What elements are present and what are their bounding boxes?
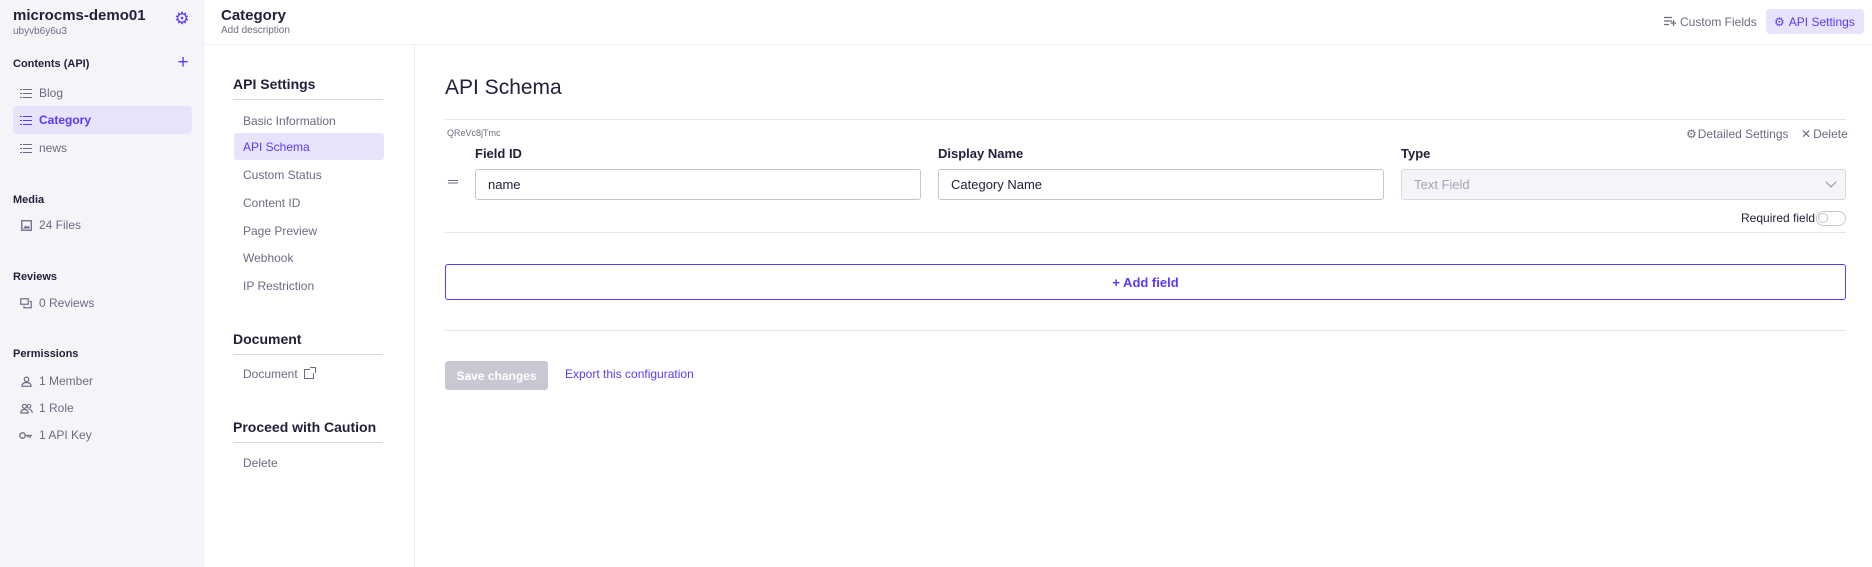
- sidebar-item-label: Category: [39, 113, 92, 127]
- key-icon: [19, 428, 33, 442]
- user-icon: [19, 374, 33, 388]
- detailed-settings-button[interactable]: ⚙ Detailed Settings: [1686, 127, 1789, 141]
- display-name-label: Display Name: [938, 146, 1024, 161]
- image-icon: [19, 218, 33, 232]
- list-icon: [19, 113, 33, 127]
- divider: [445, 330, 1846, 331]
- divider: [445, 232, 1846, 233]
- required-field-toggle[interactable]: [1816, 211, 1846, 226]
- add-description-link[interactable]: Add description: [221, 25, 290, 36]
- page-header: Category Add description Custom Fields ⚙…: [204, 0, 1872, 45]
- sidebar-item-label: 1 Role: [39, 401, 74, 415]
- sidebar-item-media[interactable]: 24 Files: [13, 211, 192, 239]
- workspace-name: microcms-demo01: [13, 7, 146, 24]
- sidebar: microcms-demo01 ubyvb6y6u3 ⚙ Contents (A…: [0, 0, 204, 567]
- api-settings-button[interactable]: ⚙ API Settings: [1766, 9, 1864, 34]
- permissions-section-label: Permissions: [13, 348, 79, 360]
- detailed-settings-label: Detailed Settings: [1697, 127, 1789, 141]
- field-id-input[interactable]: [475, 169, 921, 200]
- list-icon: [19, 86, 33, 100]
- api-settings-heading: API Settings: [233, 76, 383, 100]
- custom-fields-button[interactable]: Custom Fields: [1664, 9, 1757, 34]
- workspace-settings-gear-icon[interactable]: ⚙: [173, 10, 191, 28]
- type-label: Type: [1401, 146, 1431, 161]
- chevron-down-icon: [1825, 176, 1837, 188]
- type-select-value: Text Field: [1414, 177, 1470, 192]
- settings-nav-api-schema[interactable]: API Schema: [234, 133, 384, 160]
- settings-nav-delete[interactable]: Delete: [234, 449, 384, 476]
- main-title: API Schema: [445, 76, 562, 99]
- page-title: Category: [221, 7, 287, 24]
- sidebar-item-label: 1 Member: [39, 374, 94, 388]
- gear-icon: ⚙: [1774, 14, 1785, 29]
- field-id-label: Field ID: [475, 146, 522, 161]
- settings-nav-document[interactable]: Document: [234, 360, 384, 387]
- sidebar-item-members[interactable]: 1 Member: [13, 367, 192, 395]
- settings-nav-custom-status[interactable]: Custom Status: [234, 161, 384, 188]
- workspace-id: ubyvb6y6u3: [13, 26, 67, 37]
- display-name-input[interactable]: [938, 169, 1384, 200]
- field-code: QReVc8jTmc: [447, 128, 501, 138]
- media-section-label: Media: [13, 194, 45, 206]
- sidebar-item-roles[interactable]: 1 Role: [13, 394, 192, 422]
- sidebar-item-label: 1 API Key: [39, 428, 92, 442]
- settings-nav-page-preview[interactable]: Page Preview: [234, 217, 384, 244]
- settings-nav-ip-restriction[interactable]: IP Restriction: [234, 272, 384, 299]
- required-field-label: Required field: [1741, 211, 1816, 225]
- settings-nav-webhook[interactable]: Webhook: [234, 244, 384, 271]
- close-icon: ✕: [1801, 127, 1812, 141]
- users-icon: [19, 401, 33, 415]
- add-api-plus-icon[interactable]: +: [175, 53, 191, 72]
- external-link-icon: [303, 366, 316, 379]
- export-configuration-link[interactable]: Export this configuration: [565, 367, 694, 381]
- delete-field-button[interactable]: ✕ Delete: [1801, 127, 1848, 141]
- contents-section-label: Contents (API): [13, 58, 90, 70]
- sidebar-item-reviews[interactable]: 0 Reviews: [13, 289, 192, 317]
- reviews-section-label: Reviews: [13, 271, 58, 283]
- settings-nav-basic-information[interactable]: Basic Information: [234, 107, 384, 134]
- settings-nav: API Settings Basic Information API Schem…: [204, 45, 415, 567]
- sidebar-item-api-keys[interactable]: 1 API Key: [13, 421, 192, 449]
- custom-fields-label: Custom Fields: [1680, 14, 1757, 29]
- sidebar-item-category[interactable]: Category: [13, 106, 192, 134]
- sidebar-item-label: 24 Files: [39, 218, 82, 232]
- delete-field-label: Delete: [1813, 127, 1848, 141]
- review-chat-icon: [19, 296, 33, 310]
- add-field-button[interactable]: + Add field: [445, 264, 1846, 300]
- settings-nav-content-id[interactable]: Content ID: [234, 189, 384, 216]
- document-link-label: Document: [243, 366, 298, 381]
- document-heading: Document: [233, 331, 383, 355]
- sidebar-item-news[interactable]: news: [13, 134, 192, 162]
- sidebar-item-label: news: [39, 141, 68, 155]
- sidebar-item-label: 0 Reviews: [39, 296, 95, 310]
- sidebar-item-label: Blog: [39, 86, 64, 100]
- drag-handle-icon[interactable]: ═: [448, 173, 458, 189]
- toggle-knob: [1818, 213, 1828, 223]
- list-icon: [19, 141, 33, 155]
- api-schema-panel: API Schema QReVc8jTmc ⚙ Detailed Setting…: [416, 45, 1872, 567]
- gear-icon: ⚙: [1686, 127, 1697, 141]
- api-settings-label: API Settings: [1788, 14, 1855, 29]
- proceed-with-caution-heading: Proceed with Caution: [233, 419, 383, 443]
- divider: [445, 119, 1846, 120]
- type-select[interactable]: Text Field: [1401, 169, 1846, 200]
- custom-fields-icon: [1664, 15, 1676, 29]
- save-changes-button[interactable]: Save changes: [445, 361, 548, 390]
- sidebar-item-blog[interactable]: Blog: [13, 79, 192, 107]
